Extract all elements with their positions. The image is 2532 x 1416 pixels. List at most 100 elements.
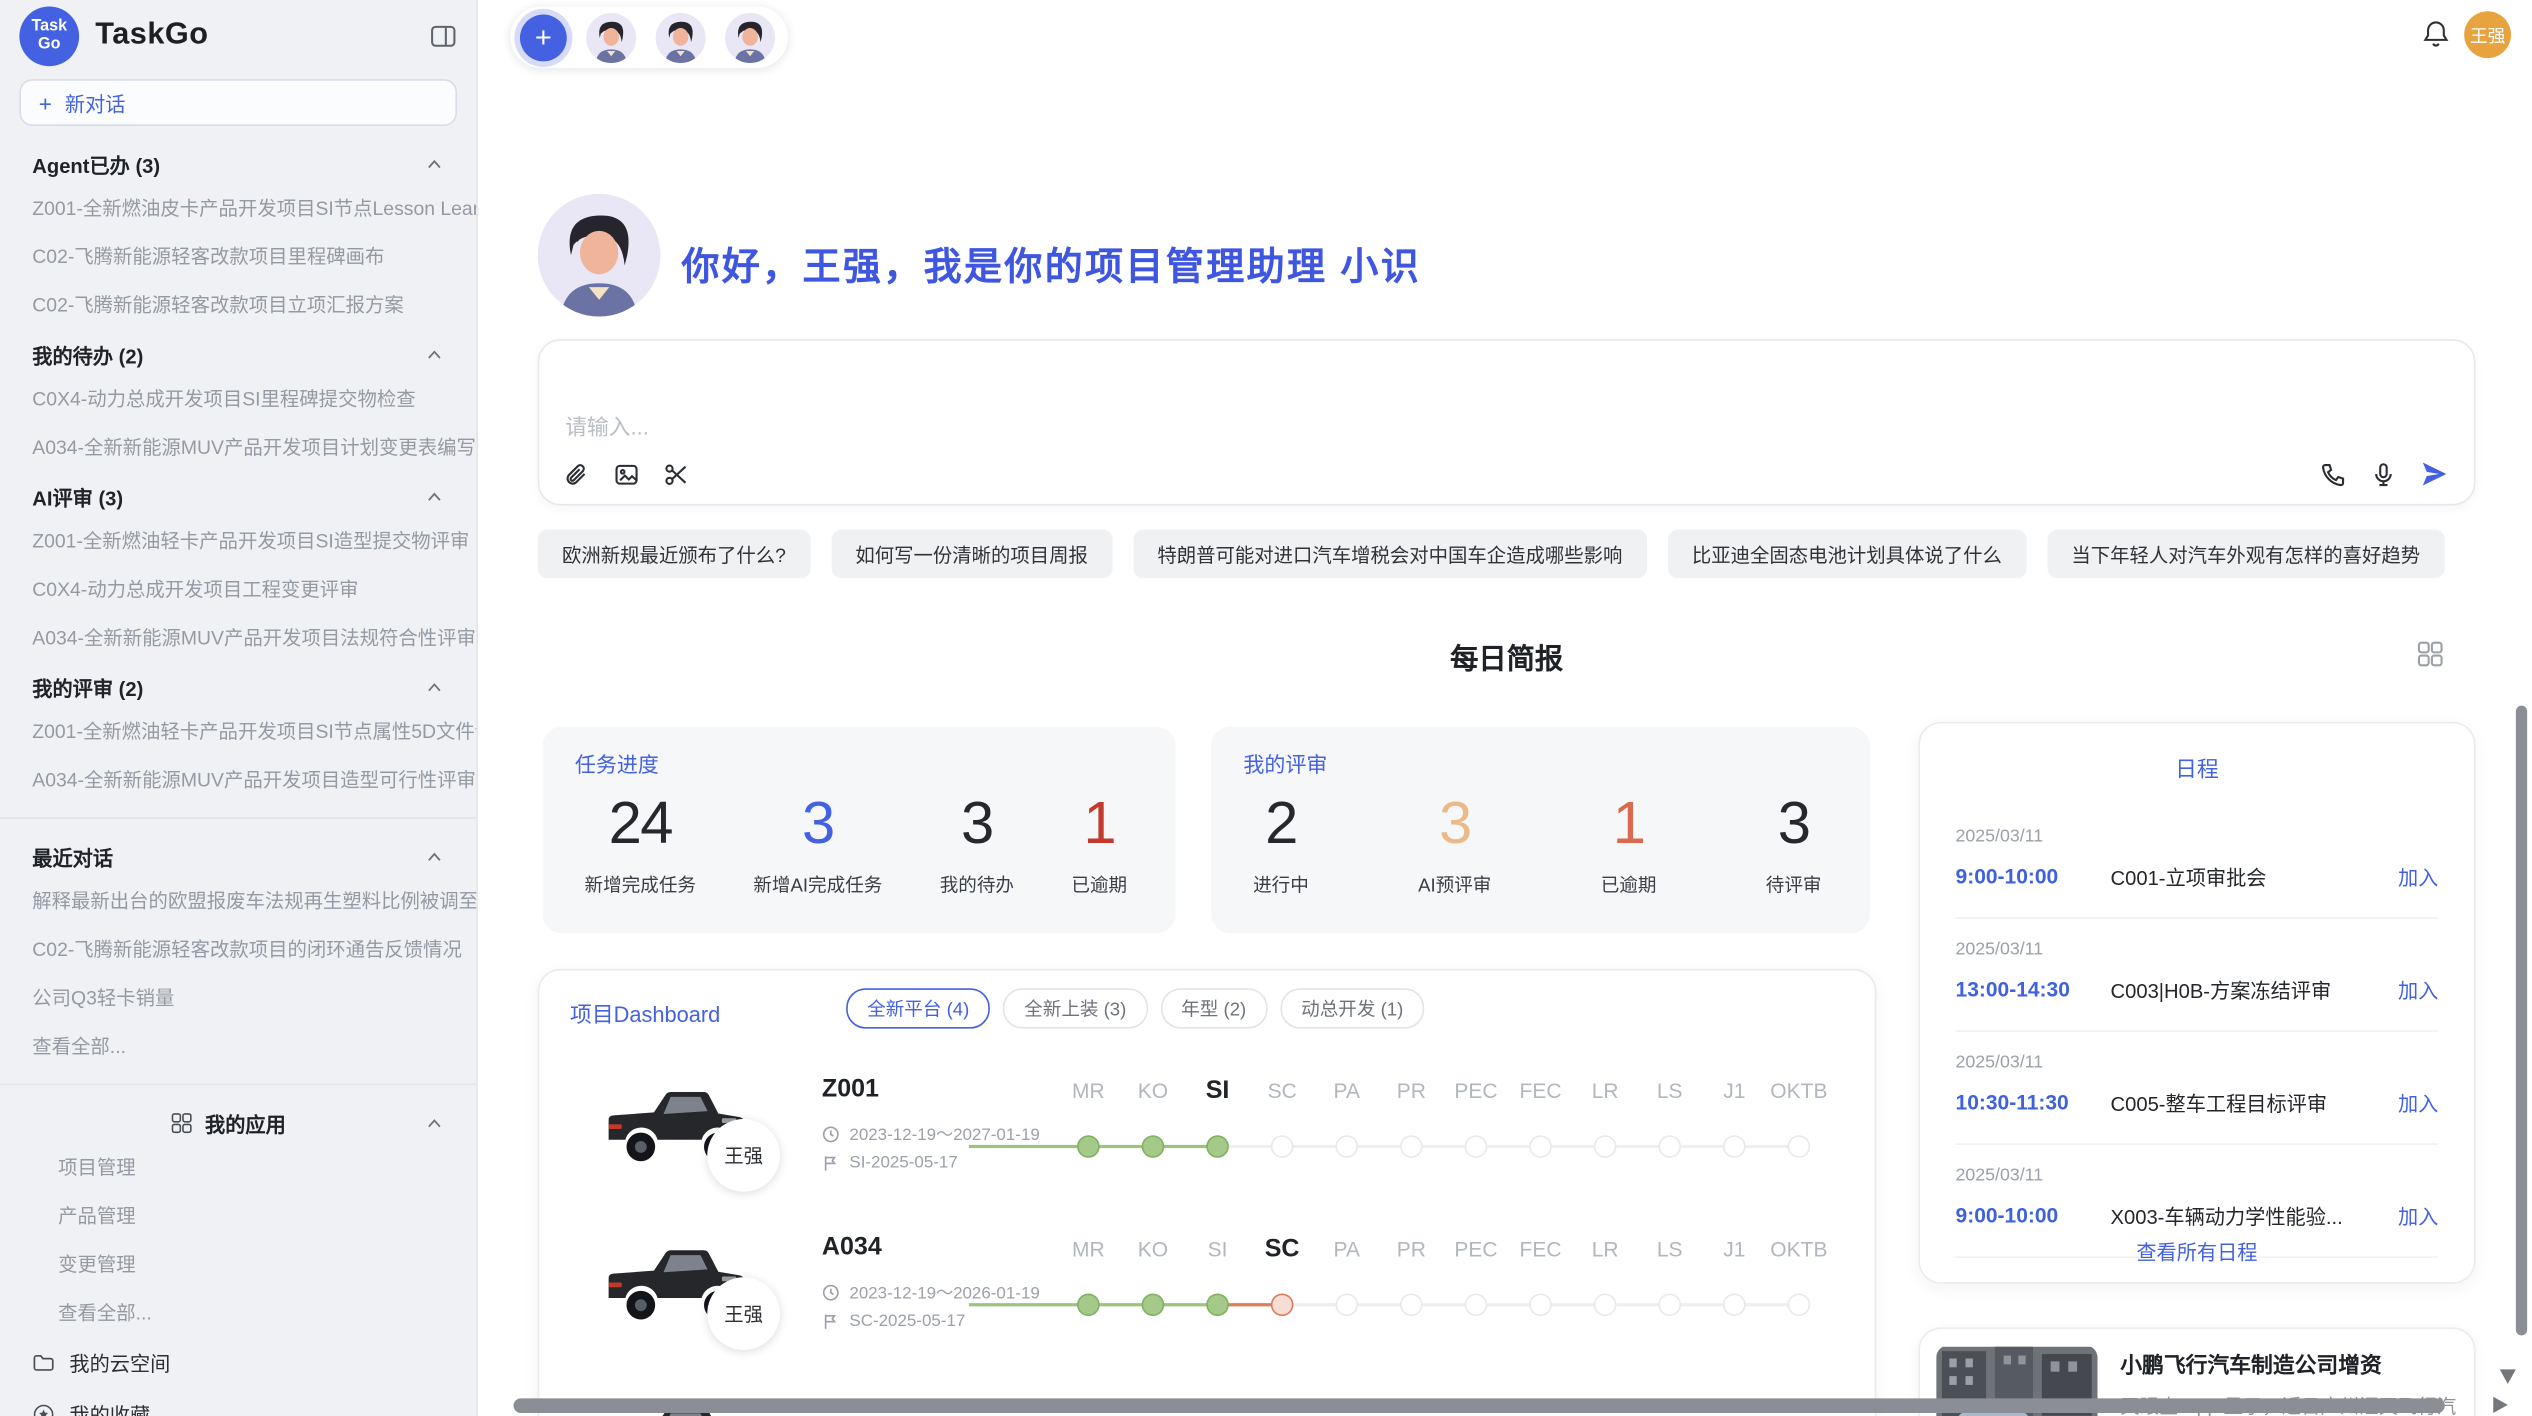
list-item[interactable]: Z001-全新燃油皮卡产品开发项目SI节点Lesson Learn报告 [0,184,476,232]
list-item[interactable]: A034-全新新能源MUV产品开发项目法规符合性评审 [0,614,476,662]
filter-tab[interactable]: 年型 (2) [1160,988,1267,1028]
suggestion-chip[interactable]: 比亚迪全固态电池计划具体说了什么 [1668,530,2027,578]
collapse-sidebar-icon[interactable] [430,22,457,49]
filter-tab[interactable]: 全新平台 (4) [846,988,990,1028]
user-avatar[interactable]: 王强 [2464,11,2511,58]
join-link[interactable]: 加入 [2398,974,2438,1005]
list-item[interactable]: A034-全新新能源MUV产品开发项目计划变更表编写 [0,423,476,471]
stat: 3 AI预评审 [1418,788,1491,898]
layout-grid-icon[interactable] [2417,641,2443,667]
owner-avatar: 王强 [707,1277,780,1350]
schedule-list: 2025/03/11 9:00-10:00 C001-立项审批会 加入 2025… [1920,783,2474,1258]
attachment-icon[interactable] [564,462,590,488]
scroll-right-arrow[interactable] [2493,1397,2508,1413]
session-avatar[interactable] [725,12,775,62]
list-item[interactable]: C0X4-动力总成开发项目SI里程碑提交物检查 [0,375,476,423]
logo-text-bottom: Go [38,36,60,54]
microphone-icon[interactable] [2371,461,2397,487]
filter-tab[interactable]: 全新上装 (3) [1003,988,1147,1028]
section-ai-review[interactable]: AI评审 (3) [0,472,476,517]
sidebar-item-project-mgmt[interactable]: 项目管理 [0,1143,476,1191]
phone-call-icon[interactable] [2320,461,2346,487]
horizontal-scrollbar[interactable] [514,1398,2445,1413]
schedule-date: 2025/03/11 [1956,1053,2439,1072]
notification-bell-icon[interactable] [2422,19,2449,48]
list-item[interactable]: A034-全新新能源MUV产品开发项目造型可行性评审 [0,756,476,804]
schedule-time: 9:00-10:00 [1956,1203,2111,1227]
milestone-timeline: MRKOSISCPAPRPECFECLRLSJ1OKTB [1056,1222,1831,1351]
suggestion-chip[interactable]: 欧洲新规最近颁布了什么? [538,530,810,578]
milestone-OKTB: OKTB [1767,1222,1832,1277]
list-item[interactable]: 公司Q3轻卡销量 [0,974,476,1022]
new-chat-button[interactable]: + 新对话 [19,79,457,126]
schedule-name: X003-车辆动力学性能验... [2111,1200,2398,1231]
suggestion-chip[interactable]: 如何写一份清晰的项目周报 [831,530,1112,578]
card-title: 任务进度 [543,727,1176,779]
view-all-apps[interactable]: 查看全部... [0,1289,476,1337]
project-dashboard-card: 项目Dashboard 全新平台 (4) 全新上装 (3) 年型 (2) 动总开… [538,969,1877,1416]
stat-value: 3 [940,788,1014,859]
filter-tab[interactable]: 动总开发 (1) [1280,988,1424,1028]
section-recent-chats[interactable]: 最近对话 [0,832,476,877]
schedule-name: C003|H0B-方案冻结评审 [2111,974,2398,1005]
milestone-MR: MR [1056,1064,1121,1119]
join-link[interactable]: 加入 [2398,861,2438,892]
list-item[interactable]: Z001-全新燃油轻卡产品开发项目SI造型提交物评审 [0,517,476,565]
section-agent-done[interactable]: Agent已办 (3) [0,139,476,184]
project-row[interactable]: 王强 Z001 2023-12-19～2027-01-19 SI-2025-05… [539,1051,1876,1209]
milestone-dot [1335,1293,1358,1316]
list-item[interactable]: C02-飞腾新能源轻客改款项目里程碑画布 [0,233,476,281]
view-all-schedule-link[interactable]: 查看所有日程 [1920,1235,2474,1266]
stat: 3 我的待办 [940,788,1014,898]
suggestion-chip[interactable]: 特朗普可能对进口汽车增税会对中国车企造成哪些影响 [1133,530,1647,578]
session-avatar[interactable] [656,12,706,62]
project-row[interactable]: 王强 A034 2023-12-19～2026-01-19 SC-2025-05… [539,1209,1876,1367]
chevron-up-icon[interactable] [425,345,444,364]
list-item[interactable]: 解释最新出台的欧盟报废车法规再生塑料比例被调至15%... [0,877,476,925]
list-item[interactable]: Z001-全新燃油轻卡产品开发项目SI节点属性5D文件评审 [0,707,476,755]
join-link[interactable]: 加入 [2398,1200,2438,1231]
image-upload-icon[interactable] [614,462,640,488]
chevron-up-icon[interactable] [425,677,444,696]
folder-icon [32,1351,55,1374]
chevron-up-icon[interactable] [425,154,444,173]
sidebar-item-cloud-space[interactable]: 我的云空间 [0,1337,476,1389]
session-avatar[interactable] [586,12,636,62]
list-item[interactable]: C02-飞腾新能源轻客改款项目的闭环通告反馈情况 [0,925,476,973]
view-all-chats[interactable]: 查看全部... [0,1022,476,1070]
chat-input-box[interactable]: 请输入... [538,339,2476,505]
section-my-apps[interactable]: 我的应用 [0,1098,476,1143]
stat-label: 进行中 [1253,872,1309,898]
sidebar-item-favorites[interactable]: 我的收藏 [0,1389,476,1416]
stat: 3 新增AI完成任务 [753,788,882,898]
scissors-icon[interactable] [664,462,690,488]
list-item[interactable]: C0X4-动力总成开发项目工程变更评审 [0,565,476,613]
sidebar-item-product-mgmt[interactable]: 产品管理 [0,1192,476,1240]
milestone-dot [1400,1293,1423,1316]
scroll-down-arrow[interactable] [2500,1369,2516,1384]
dashboard-title: 项目Dashboard [570,996,720,1028]
chevron-up-icon[interactable] [425,487,444,506]
join-link[interactable]: 加入 [2398,1087,2438,1118]
milestone-LR: LR [1573,1064,1638,1119]
milestone-label: PR [1379,1064,1444,1119]
stat-value: 3 [1418,788,1491,859]
milestone-KO: KO [1121,1064,1186,1119]
chevron-up-icon[interactable] [425,847,444,866]
milestone-FEC: FEC [1508,1222,1573,1277]
section-my-todo[interactable]: 我的待办 (2) [0,329,476,374]
stat-label: 已逾期 [1601,872,1657,898]
milestone-label: OKTB [1767,1222,1832,1277]
chat-input-placeholder: 请输入... [565,409,649,441]
section-my-review[interactable]: 我的评审 (2) [0,662,476,707]
sidebar-item-change-mgmt[interactable]: 变更管理 [0,1240,476,1288]
chevron-up-icon[interactable] [425,1113,444,1132]
schedule-item: 2025/03/11 13:00-14:30 C003|H0B-方案冻结评审 加… [1920,919,2474,1032]
vertical-scrollbar[interactable] [2516,706,2527,1336]
send-icon[interactable] [2421,460,2448,487]
new-session-button[interactable]: + [520,14,567,61]
stat-value: 2 [1253,788,1309,859]
list-item[interactable]: C02-飞腾新能源轻客改款项目立项汇报方案 [0,281,476,329]
milestone-label: J1 [1702,1064,1767,1119]
suggestion-chip[interactable]: 当下年轻人对汽车外观有怎样的喜好趋势 [2047,530,2444,578]
